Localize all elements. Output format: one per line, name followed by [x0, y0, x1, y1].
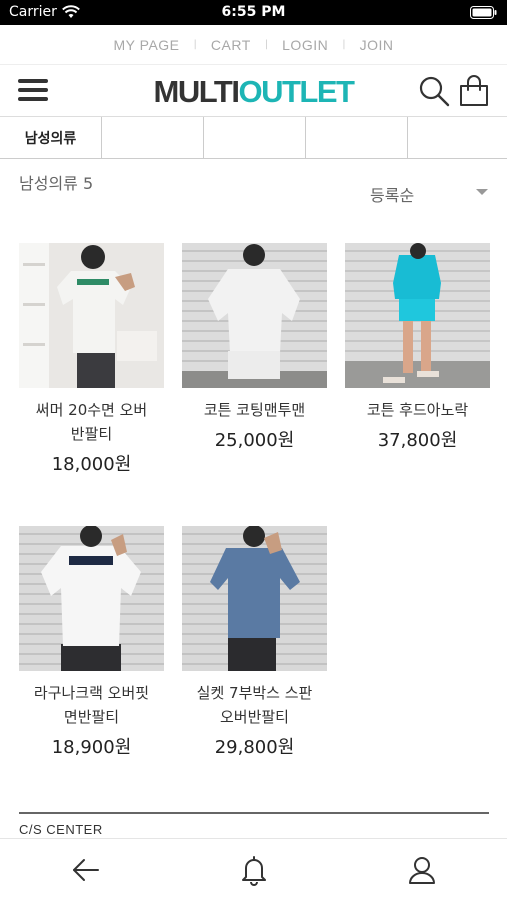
back-arrow-icon[interactable]	[70, 854, 102, 886]
product-image[interactable]	[19, 243, 164, 388]
header: MULTIOUTLET	[0, 65, 507, 117]
product-name: 써머 20수면 오버반팔티	[35, 401, 148, 443]
product-price: 29,800원	[214, 737, 295, 758]
tab-mens-clothing[interactable]: 남성의류	[0, 117, 102, 159]
top-links: MY PAGE | CART | LOGIN | JOIN	[0, 25, 507, 65]
product-image[interactable]	[182, 526, 327, 671]
status-bar: Carrier 6:55 PM	[0, 0, 507, 25]
logo-outlet: OUTLET	[238, 74, 355, 109]
product-name: 코튼 후드아노락	[366, 401, 469, 419]
bottom-navigation	[0, 838, 507, 900]
logo-multi: MULTI	[153, 74, 240, 109]
tab-empty[interactable]	[102, 117, 204, 159]
status-time: 6:55 PM	[221, 4, 286, 20]
product-image[interactable]	[19, 526, 164, 671]
login-link[interactable]: LOGIN	[282, 37, 328, 53]
product-name: 코튼 코팅맨투맨	[203, 401, 306, 419]
product-price: 18,000원	[51, 454, 132, 475]
join-link[interactable]: JOIN	[360, 37, 394, 53]
product-card[interactable]: 실켓 7부박스 스판 오버반팔티 29,800원	[182, 526, 327, 759]
bell-icon[interactable]	[238, 854, 270, 886]
category-tabs: 남성의류	[0, 117, 507, 159]
dropdown-arrow-icon	[476, 189, 488, 195]
product-price: 25,000원	[214, 430, 295, 451]
separator: |	[342, 39, 346, 50]
cart-link[interactable]: CART	[211, 37, 251, 53]
product-image[interactable]	[182, 243, 327, 388]
search-icon[interactable]	[418, 75, 450, 107]
user-icon[interactable]	[406, 854, 438, 886]
my-page-link[interactable]: MY PAGE	[114, 37, 180, 53]
shopping-bag-icon[interactable]	[458, 73, 490, 107]
product-price: 18,900원	[51, 737, 132, 758]
tab-empty[interactable]	[408, 117, 507, 159]
sort-select[interactable]: 등록순	[368, 180, 492, 206]
separator: |	[264, 39, 269, 50]
battery-icon	[470, 6, 497, 19]
sort-selected-value: 등록순	[370, 186, 415, 205]
footer-divider	[19, 812, 489, 814]
product-card[interactable]: 코튼 코팅맨투맨 25,000원	[182, 243, 327, 452]
product-image[interactable]	[345, 243, 490, 388]
cs-center-label: C/S CENTER	[19, 822, 103, 837]
product-name: 라구나크랙 오버핏 면반팔티	[33, 684, 150, 726]
product-name: 실켓 7부박스 스판 오버반팔티	[196, 684, 313, 726]
list-title: 남성의류 5	[19, 174, 94, 193]
separator: |	[193, 39, 197, 50]
product-card[interactable]: 써머 20수면 오버반팔티 18,000원	[19, 243, 164, 476]
tab-empty[interactable]	[306, 117, 408, 159]
product-card[interactable]: 코튼 후드아노락 37,800원	[345, 243, 490, 452]
product-price: 37,800원	[377, 430, 458, 451]
tab-empty[interactable]	[204, 117, 306, 159]
product-card[interactable]: 라구나크랙 오버핏 면반팔티 18,900원	[19, 526, 164, 759]
